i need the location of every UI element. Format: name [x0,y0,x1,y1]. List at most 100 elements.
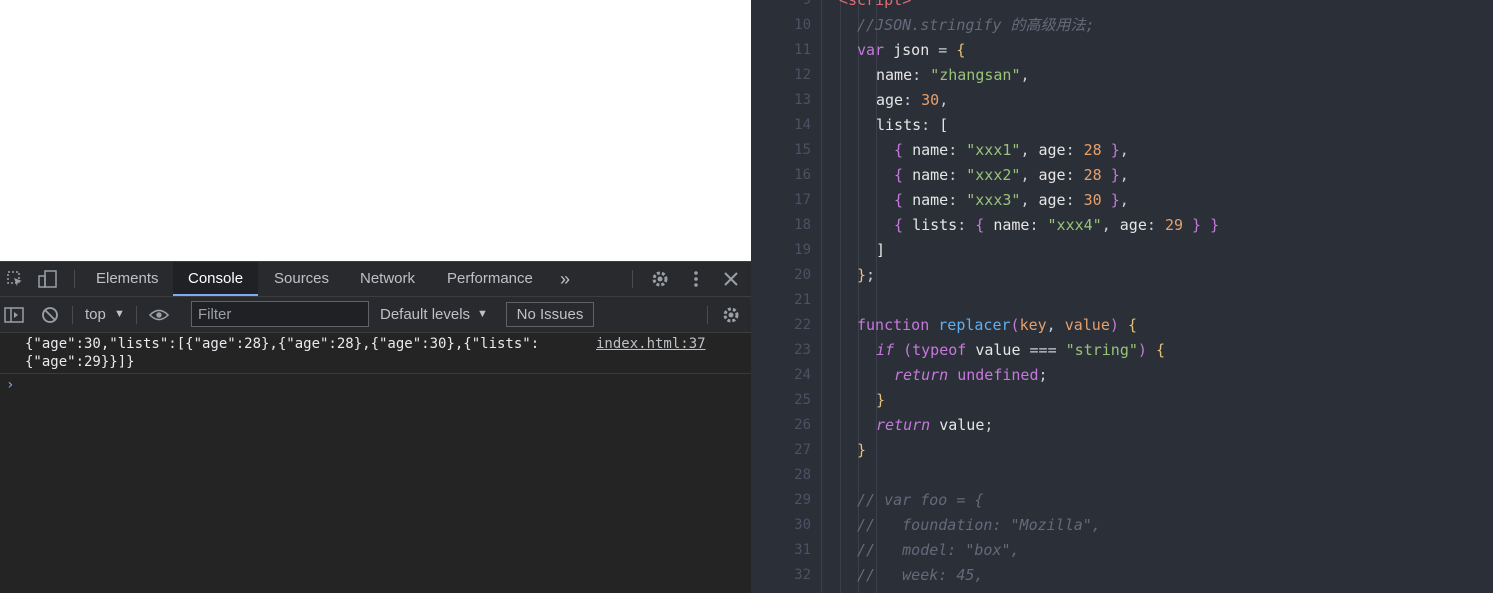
code-text: return value; [876,416,994,434]
eye-icon[interactable] [149,305,169,325]
code-text: ] [876,241,886,259]
code-text: // var foo = { [857,491,984,509]
code-text: { name: "xxx3", age: 30 }, [894,191,1129,209]
line-number: 27 [794,442,811,458]
issues-button[interactable]: No Issues [506,302,594,327]
code-text: function replacer(key, value) { [857,316,1137,334]
code-line: 18 { lists: { name: "xxx4", age: 29 } } [751,213,1493,238]
line-number: 11 [794,42,811,58]
kebab-menu-icon[interactable] [686,269,706,289]
log-source-link[interactable]: index.html:37 [596,335,706,353]
code-text: // week: 45, [857,566,984,584]
code-text: { name: "xxx1", age: 28 }, [894,141,1129,159]
code-text: } [876,391,886,409]
code-text: // model: "box", [857,541,1020,559]
code-line: 29 // var foo = { [751,488,1493,513]
settings-gear-icon[interactable] [650,269,670,289]
code-text: return undefined; [894,366,1048,384]
code-line: 26 return value; [751,413,1493,438]
line-number: 30 [794,517,811,533]
code-line: 11 var json = { [751,38,1493,63]
line-number: 32 [794,567,811,583]
code-text: } [857,441,867,459]
console-prompt[interactable]: › [6,377,14,393]
toolbar-divider [74,270,75,288]
code-editor[interactable]: 9 <script> 10 //JSON.stringify 的高级用法; 11 var … [751,0,1493,593]
toolbar-divider [632,270,633,288]
code-line: 19] [751,238,1493,263]
code-text: age: 30, [876,91,949,109]
more-tabs-icon[interactable]: » [545,262,585,296]
line-number: 23 [794,342,811,358]
devtools-panel: Elements Console Sources Network Perform… [0,261,751,593]
line-number: 29 [794,492,811,508]
tab-performance[interactable]: Performance [432,262,548,296]
code-text: if (typeof value === "string") { [876,341,1165,359]
log-message-line-1: {"age":30,"lists":[{"age":28},{"age":28}… [25,336,540,352]
code-text: lists: [ [876,116,949,134]
code-text: <script> [839,0,912,9]
tab-console[interactable]: Console [173,262,259,296]
code-line: 16 { name: "xxx2", age: 28 }, [751,163,1493,188]
line-number: 9 [802,0,811,8]
code-line: 17 { name: "xxx3", age: 30 }, [751,188,1493,213]
code-line: 21 [751,288,1493,313]
line-number: 18 [794,217,811,233]
line-number: 10 [794,17,811,33]
console-toolbar: top ▼ Default levels ▼ No Issues [0,297,751,333]
device-toggle-icon[interactable] [38,269,58,289]
toolbar-divider [707,306,708,324]
console-output: {"age":30,"lists":[{"age":28},{"age":28}… [0,333,751,593]
tab-elements[interactable]: Elements [81,262,174,296]
line-number: 12 [794,67,811,83]
line-number: 24 [794,367,811,383]
code-text: { lists: { name: "xxx4", age: 29 } } [894,216,1220,234]
line-number: 16 [794,167,811,183]
line-number: 28 [794,467,811,483]
filter-input[interactable] [191,301,369,327]
line-number: 20 [794,267,811,283]
code-line: 25} [751,388,1493,413]
log-message-line-2: {"age":29}}]} [25,354,135,370]
console-log-row: {"age":30,"lists":[{"age":28},{"age":28}… [0,333,751,374]
code-line: 15 { name: "xxx1", age: 28 }, [751,138,1493,163]
code-line: 24 return undefined; [751,363,1493,388]
code-line: 28 [751,463,1493,488]
code-line: 13 age: 30, [751,88,1493,113]
dropdown-arrow-icon[interactable]: ▼ [477,297,488,332]
code-line: 30 // foundation: "Mozilla", [751,513,1493,538]
log-message[interactable]: {"age":30,"lists":[{"age":28},{"age":28}… [25,335,585,371]
code-text: //JSON.stringify 的高级用法; [857,16,1095,34]
inspect-icon[interactable] [5,269,25,289]
context-selector[interactable]: top [85,297,106,332]
close-icon[interactable] [721,269,741,289]
line-number: 19 [794,242,811,258]
log-levels-dropdown[interactable]: Default levels [380,297,470,332]
toolbar-divider [136,306,137,324]
line-number: 25 [794,392,811,408]
line-number: 31 [794,542,811,558]
line-number: 13 [794,92,811,108]
line-number: 15 [794,142,811,158]
code-line: 10 //JSON.stringify 的高级用法; [751,13,1493,38]
code-line: 23 if (typeof value === "string") { [751,338,1493,363]
line-number: 22 [794,317,811,333]
code-line: 32 // week: 45, [751,563,1493,588]
dropdown-arrow-icon[interactable]: ▼ [114,297,125,332]
code-line: 12 name: "zhangsan", [751,63,1493,88]
sidebar-toggle-icon[interactable] [4,305,24,325]
tab-network[interactable]: Network [345,262,430,296]
code-line: 31 // model: "box", [751,538,1493,563]
clear-console-icon[interactable] [40,305,60,325]
code-line: 20}; [751,263,1493,288]
page-viewport [0,0,751,261]
code-text: }; [857,266,876,284]
line-number: 21 [794,292,811,308]
console-settings-icon[interactable] [721,305,741,325]
code-line: 27} [751,438,1493,463]
code-line: 9 <script> [751,0,1493,13]
code-text: { name: "xxx2", age: 28 }, [894,166,1129,184]
code-text: // foundation: "Mozilla", [857,516,1101,534]
line-number: 26 [794,417,811,433]
tab-sources[interactable]: Sources [259,262,344,296]
